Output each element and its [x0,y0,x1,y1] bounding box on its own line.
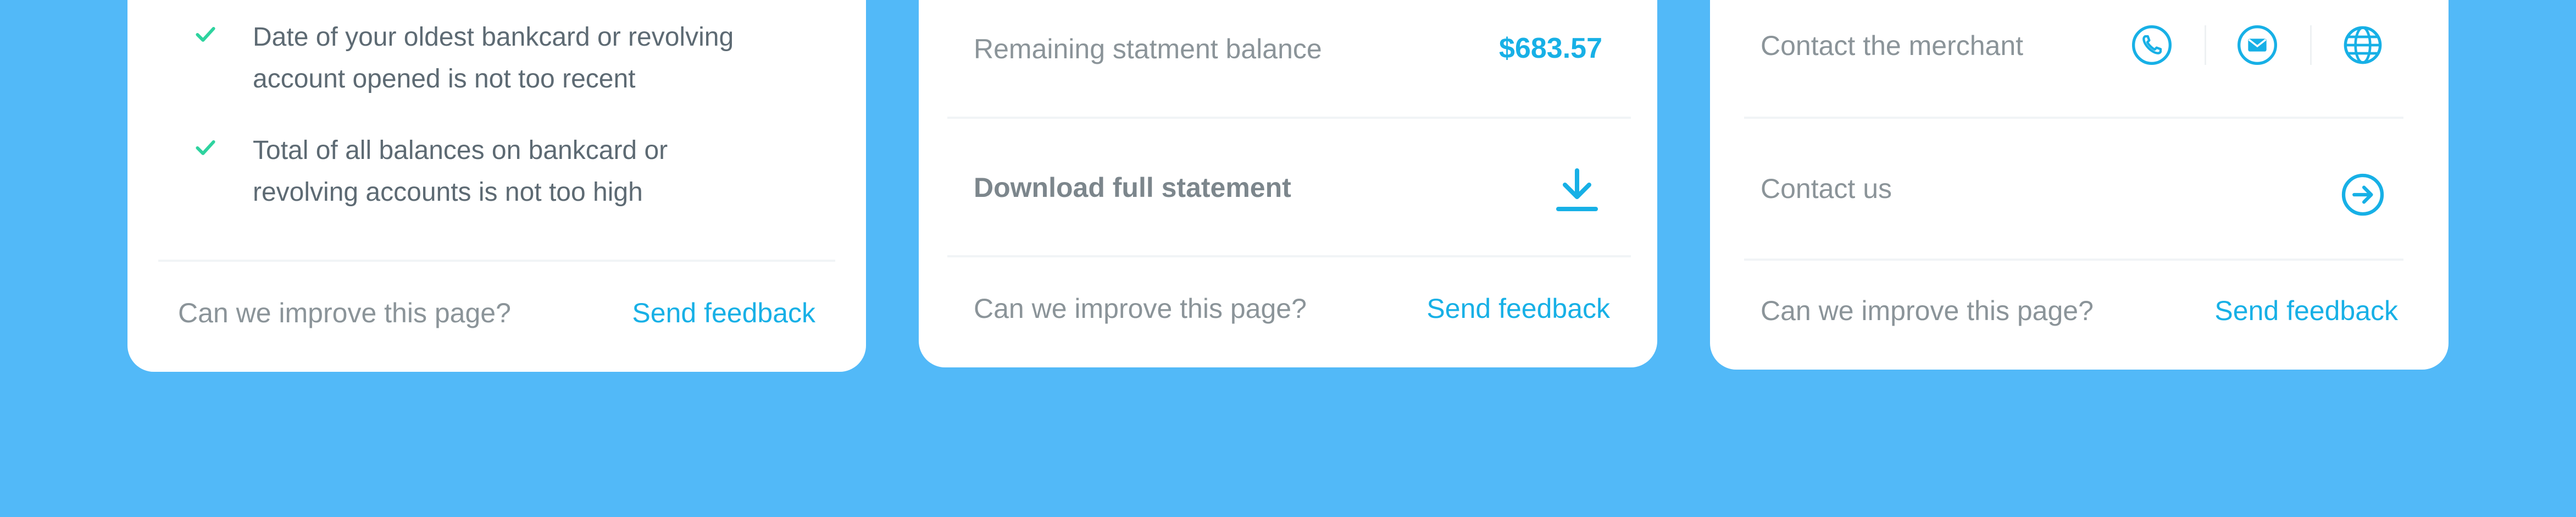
icon-separator [2310,25,2312,65]
statement-card: Remaining statment balance $683.57 Downl… [919,0,1657,367]
contact-us-label: Contact us [1761,173,1892,204]
divider [158,260,835,262]
download-statement-row[interactable]: Download full statement [919,119,1657,255]
divider [947,255,1631,257]
send-feedback-link[interactable]: Send feedback [632,297,815,329]
phone-icon[interactable] [2130,23,2174,67]
contact-merchant-label: Contact the merchant [1761,30,2024,61]
icon-separator [2205,25,2206,65]
download-statement-label: Download full statement [974,172,1291,203]
contact-card: Contact the merchant Contact us Can we i… [1710,0,2449,370]
improve-page-question: Can we improve this page? [974,293,1307,324]
send-feedback-link[interactable]: Send feedback [1426,293,1610,324]
remaining-balance-label: Remaining statment balance [974,34,1322,64]
contact-us-row[interactable]: Contact us [1710,119,2449,258]
globe-icon[interactable] [2341,23,2385,67]
improve-page-question: Can we improve this page? [1761,295,2094,326]
credit-factors-card: Date of your oldest bankcard or revolvin… [127,0,866,372]
check-icon [196,26,215,42]
arrow-right-circle-icon[interactable] [2340,172,2386,218]
mail-icon[interactable] [2235,23,2279,67]
remaining-balance-value: $683.57 [1499,32,1602,64]
divider [1744,258,2403,261]
check-item-text: Total of all balances on bankcard or rev… [253,136,668,207]
check-icon [196,140,215,155]
download-icon[interactable] [1551,164,1603,217]
check-item-text: Date of your oldest bankcard or revolvin… [253,23,734,94]
send-feedback-link[interactable]: Send feedback [2214,295,2398,327]
improve-page-question: Can we improve this page? [178,298,511,328]
